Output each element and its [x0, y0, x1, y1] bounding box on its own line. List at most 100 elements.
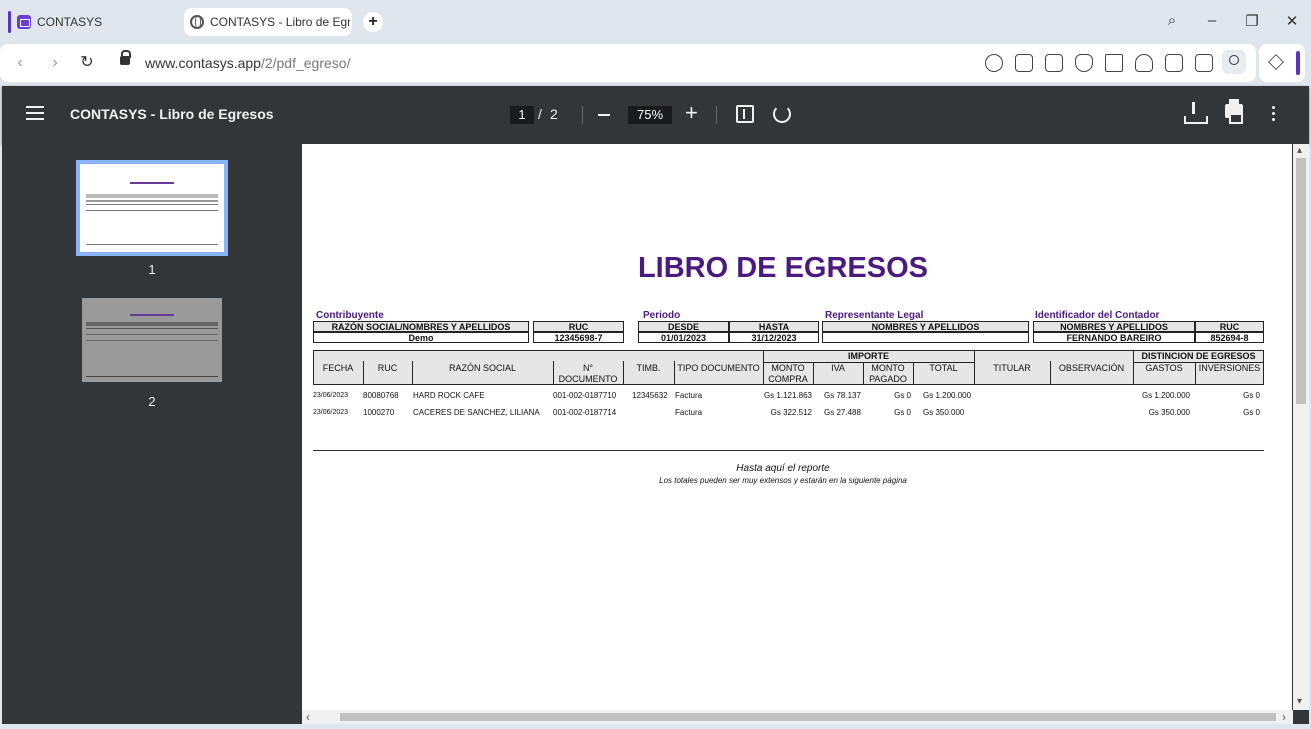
- accent-bar: [1296, 51, 1300, 75]
- horizontal-scrollbar[interactable]: ‹ ›: [302, 710, 1293, 724]
- new-tab-button[interactable]: +: [363, 12, 383, 32]
- zoom-in-button[interactable]: +: [685, 102, 698, 124]
- vertical-scroll-thumb[interactable]: [1296, 158, 1306, 404]
- representante-value: [822, 332, 1029, 343]
- importe-header: IMPORTE: [847, 351, 889, 361]
- tab-libro-egresos[interactable]: CONTASYS - Libro de Egresos: [184, 8, 352, 36]
- contador-name-header: NOMBRES Y APELLIDOS: [1033, 321, 1195, 332]
- scroll-left-icon[interactable]: ‹: [306, 710, 310, 724]
- tab-title: CONTASYS - Libro de Egresos: [210, 15, 350, 29]
- horizontal-scroll-thumb[interactable]: [340, 713, 1276, 721]
- col-monto-compra-line1: MONTO: [771, 363, 805, 373]
- url-path: /2/pdf_egreso/: [260, 55, 351, 71]
- scroll-up-icon[interactable]: ▴: [1297, 145, 1302, 156]
- thumbnail-label: 1: [148, 262, 156, 277]
- search-tabs-icon[interactable]: ⌕: [1162, 12, 1182, 29]
- row-razon-social: CACERES DE SANCHEZ, LILIANA: [413, 408, 540, 417]
- thumbnail-sidebar: 1 2: [2, 144, 302, 724]
- col-fecha: FECHA: [322, 363, 354, 373]
- contribuyente-label: Contribuyente: [316, 310, 384, 321]
- row-tipo: Factura: [675, 391, 703, 400]
- row-monto-compra: Gs 322.512: [770, 408, 812, 417]
- rotate-icon[interactable]: [773, 105, 791, 123]
- tab-group-accent: [8, 11, 11, 33]
- col-monto-pagado-line1: MONTO: [871, 363, 905, 373]
- contasys-favicon-icon: [17, 15, 31, 29]
- address-bar-row: ‹ › ↻ www.contasys.app/2/pdf_egreso/: [0, 42, 1311, 84]
- contribuyente-name-header: RAZÓN SOCIAL/NOMBRES Y APELLIDOS: [313, 321, 529, 332]
- tab-title: CONTASYS: [37, 15, 103, 29]
- col-timbrado: TIMB.: [636, 363, 661, 373]
- more-options-icon[interactable]: [1272, 106, 1276, 122]
- fit-page-icon[interactable]: [736, 105, 754, 123]
- sliders-icon[interactable]: [1195, 54, 1213, 72]
- periodo-desde-header: DESDE: [638, 321, 729, 332]
- toolbar-divider: [716, 106, 717, 124]
- contribuyente-name: Demo: [313, 332, 529, 343]
- row-timbrado: 12345632: [632, 391, 668, 400]
- zoom-out-button[interactable]: [598, 114, 610, 116]
- row-fecha: 23/06/2023: [313, 392, 349, 399]
- print-icon[interactable]: [1225, 99, 1243, 124]
- row-inversiones: Gs 0: [1243, 391, 1260, 400]
- col-observacion: OBSERVACIÓN: [1058, 363, 1125, 373]
- profile-icon[interactable]: [1222, 50, 1246, 74]
- col-ruc: RUC: [377, 363, 398, 373]
- row-tipo: Factura: [675, 408, 703, 417]
- row-total: Gs 1.200.000: [923, 391, 972, 400]
- report-title: LIBRO DE EGRESOS: [637, 252, 929, 284]
- globe-icon: [190, 15, 204, 29]
- vertical-scrollbar[interactable]: ▴ ▾: [1293, 144, 1309, 710]
- minimize-button[interactable]: –: [1202, 12, 1222, 29]
- zoom-input[interactable]: 75%: [628, 106, 672, 124]
- distincion-header: DISTINCION DE EGRESOS: [1141, 351, 1256, 361]
- page-total: 2: [550, 106, 558, 122]
- url-field[interactable]: www.contasys.app/2/pdf_egreso/: [145, 55, 350, 71]
- page-thumbnail-2[interactable]: [82, 298, 222, 382]
- send-icon[interactable]: [1105, 54, 1123, 72]
- forward-button[interactable]: ›: [45, 53, 65, 73]
- page-thumbnail-1[interactable]: [76, 160, 228, 256]
- toolbar-divider: [582, 106, 583, 124]
- contador-name: FERNANDO BAREIRO: [1033, 332, 1195, 343]
- zoom-lens-icon[interactable]: [985, 54, 1003, 72]
- pdf-page: LIBRO DE EGRESOS Contribuyente RAZÓN SOC…: [302, 144, 1292, 710]
- col-monto-pagado-line2: PAGADO: [869, 374, 907, 384]
- col-razon-social: RAZÓN SOCIAL: [448, 363, 516, 373]
- extensions-box: [1259, 44, 1305, 82]
- report-end-note: Hasta aquí el reporte: [736, 463, 830, 474]
- page-number-input[interactable]: 1: [510, 106, 534, 124]
- representante-label: Representante Legal: [825, 310, 924, 321]
- lock-icon[interactable]: [120, 50, 131, 65]
- representante-header: NOMBRES Y APELLIDOS: [822, 321, 1029, 332]
- row-monto-pagado: Gs 0: [894, 391, 911, 400]
- scroll-right-icon[interactable]: ›: [1282, 710, 1286, 724]
- share-icon[interactable]: [1015, 54, 1033, 72]
- restore-button[interactable]: ❐: [1242, 12, 1262, 30]
- download-icon[interactable]: [1184, 102, 1208, 124]
- col-tipo-documento: TIPO DOCUMENTO: [677, 363, 760, 373]
- col-documento-line2: DOCUMENTO: [558, 374, 618, 384]
- tab-contasys[interactable]: CONTASYS: [8, 8, 178, 36]
- back-button[interactable]: ‹: [10, 53, 30, 73]
- col-inversiones: INVERSIONES: [1198, 363, 1261, 373]
- page-separator: /: [538, 106, 542, 122]
- reload-button[interactable]: ↻: [77, 53, 97, 73]
- extensions-icon[interactable]: [1268, 54, 1284, 70]
- row-gastos: Gs 1.200.000: [1141, 391, 1190, 400]
- heart-icon[interactable]: [1135, 54, 1153, 72]
- close-window-button[interactable]: ✕: [1282, 12, 1302, 30]
- contador-ruc: 852694-8: [1195, 332, 1264, 343]
- row-monto-pagado: Gs 0: [894, 408, 911, 417]
- shield-icon[interactable]: [1075, 54, 1093, 72]
- periodo-hasta-header: HASTA: [729, 321, 819, 332]
- contribuyente-ruc: 12345698-7: [533, 332, 624, 343]
- contador-ruc-header: RUC: [1195, 321, 1264, 332]
- row-ruc: 80080768: [363, 391, 399, 400]
- menu-icon[interactable]: [26, 106, 44, 120]
- scroll-down-icon[interactable]: ▾: [1297, 696, 1302, 707]
- screenshot-icon[interactable]: [1045, 54, 1063, 72]
- row-gastos: Gs 350.000: [1148, 408, 1190, 417]
- downloads-icon[interactable]: [1165, 54, 1183, 72]
- col-monto-compra-line2: COMPRA: [768, 374, 808, 384]
